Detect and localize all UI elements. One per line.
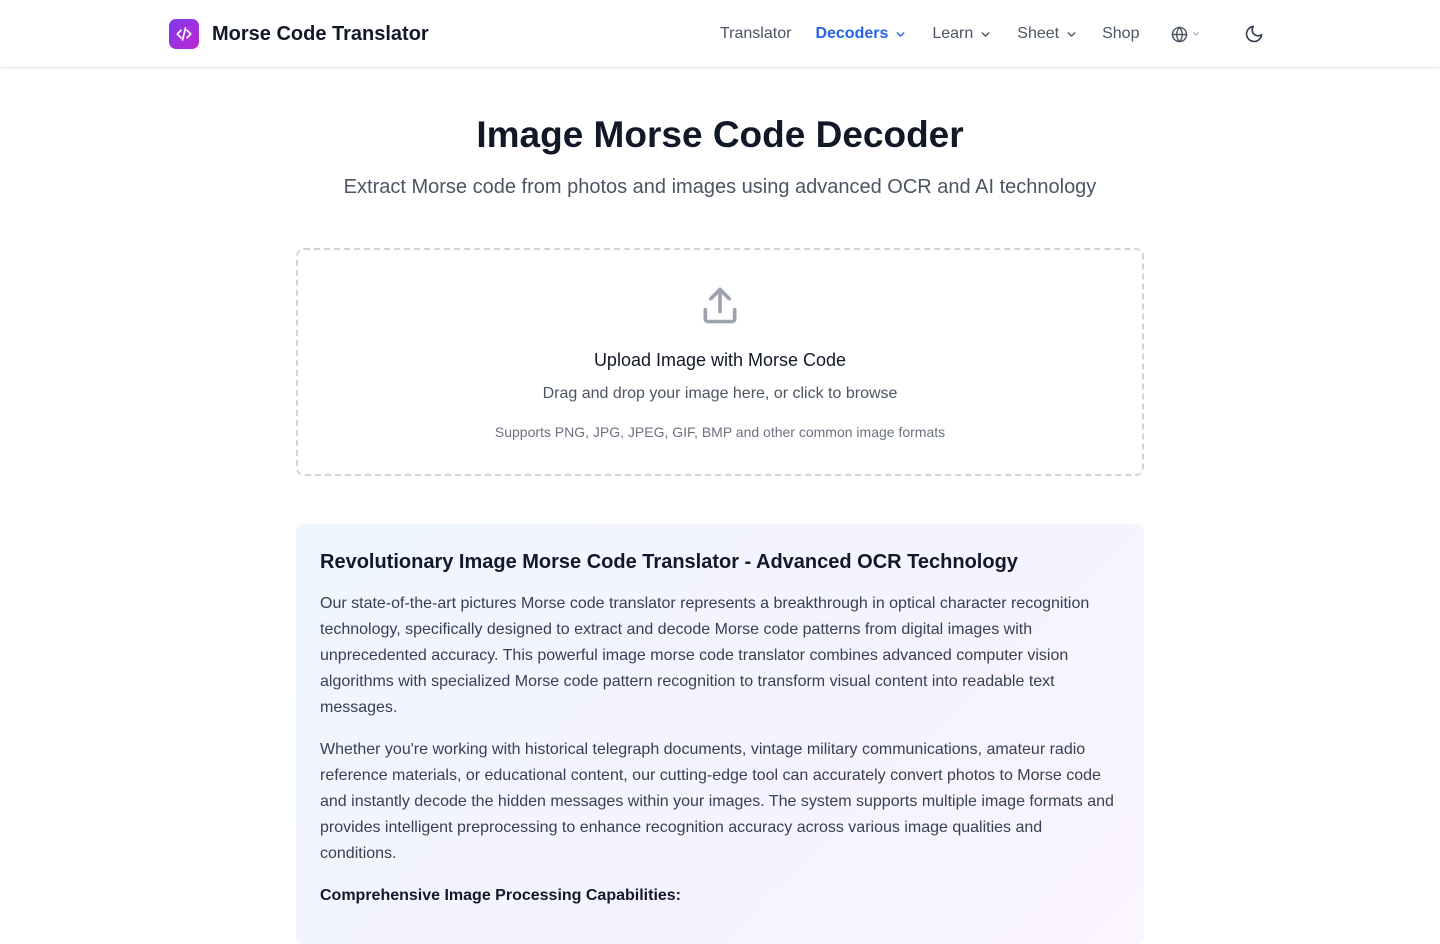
upload-formats: Supports PNG, JPG, JPEG, GIF, BMP and ot… xyxy=(494,424,946,440)
nav-sheet-label: Sheet xyxy=(1017,25,1060,42)
site-header: Morse Code Translator Translator Decoder… xyxy=(0,0,1440,68)
brand-name: Morse Code Translator xyxy=(212,23,429,45)
code-icon xyxy=(169,19,199,49)
info-subheading: Comprehensive Image Processing Capabilit… xyxy=(320,887,682,904)
upload-icon xyxy=(698,284,742,328)
info-paragraph-1: Our state-of-the-art pictures Morse code… xyxy=(320,595,1090,716)
page-title: Image Morse Code Decoder xyxy=(476,114,964,155)
globe-icon xyxy=(1171,26,1188,43)
main-nav: Translator Decoders Learn Sheet Shop xyxy=(720,22,1201,46)
nav-learn-label: Learn xyxy=(932,25,974,42)
nav-shop[interactable]: Shop xyxy=(1102,22,1139,46)
nav-decoders[interactable]: Decoders xyxy=(815,22,907,46)
nav-learn[interactable]: Learn xyxy=(932,22,992,46)
upload-title: Upload Image with Morse Code xyxy=(593,350,847,370)
nav-translator-label: Translator xyxy=(720,25,792,42)
page-subtitle: Extract Morse code from photos and image… xyxy=(343,176,1097,198)
nav-shop-label: Shop xyxy=(1102,25,1140,42)
nav-sheet[interactable]: Sheet xyxy=(1017,22,1078,46)
image-upload-dropzone[interactable]: Upload Image with Morse Code Drag and dr… xyxy=(296,248,1144,476)
info-title: Revolutionary Image Morse Code Translato… xyxy=(320,551,1018,573)
moon-icon[interactable] xyxy=(1244,24,1264,44)
brand-link[interactable]: Morse Code Translator xyxy=(169,19,429,49)
nav-translator[interactable]: Translator xyxy=(720,22,791,46)
chevron-down-icon xyxy=(1065,28,1078,41)
upload-description: Drag and drop your image here, or click … xyxy=(542,385,898,402)
chevron-down-icon xyxy=(894,28,907,41)
info-paragraph-2: Whether you're working with historical t… xyxy=(320,741,1114,862)
info-section: Revolutionary Image Morse Code Translato… xyxy=(296,524,1144,944)
chevron-down-icon xyxy=(1191,29,1201,39)
chevron-down-icon xyxy=(979,28,992,41)
nav-decoders-label: Decoders xyxy=(815,25,889,42)
language-selector[interactable] xyxy=(1171,26,1201,43)
